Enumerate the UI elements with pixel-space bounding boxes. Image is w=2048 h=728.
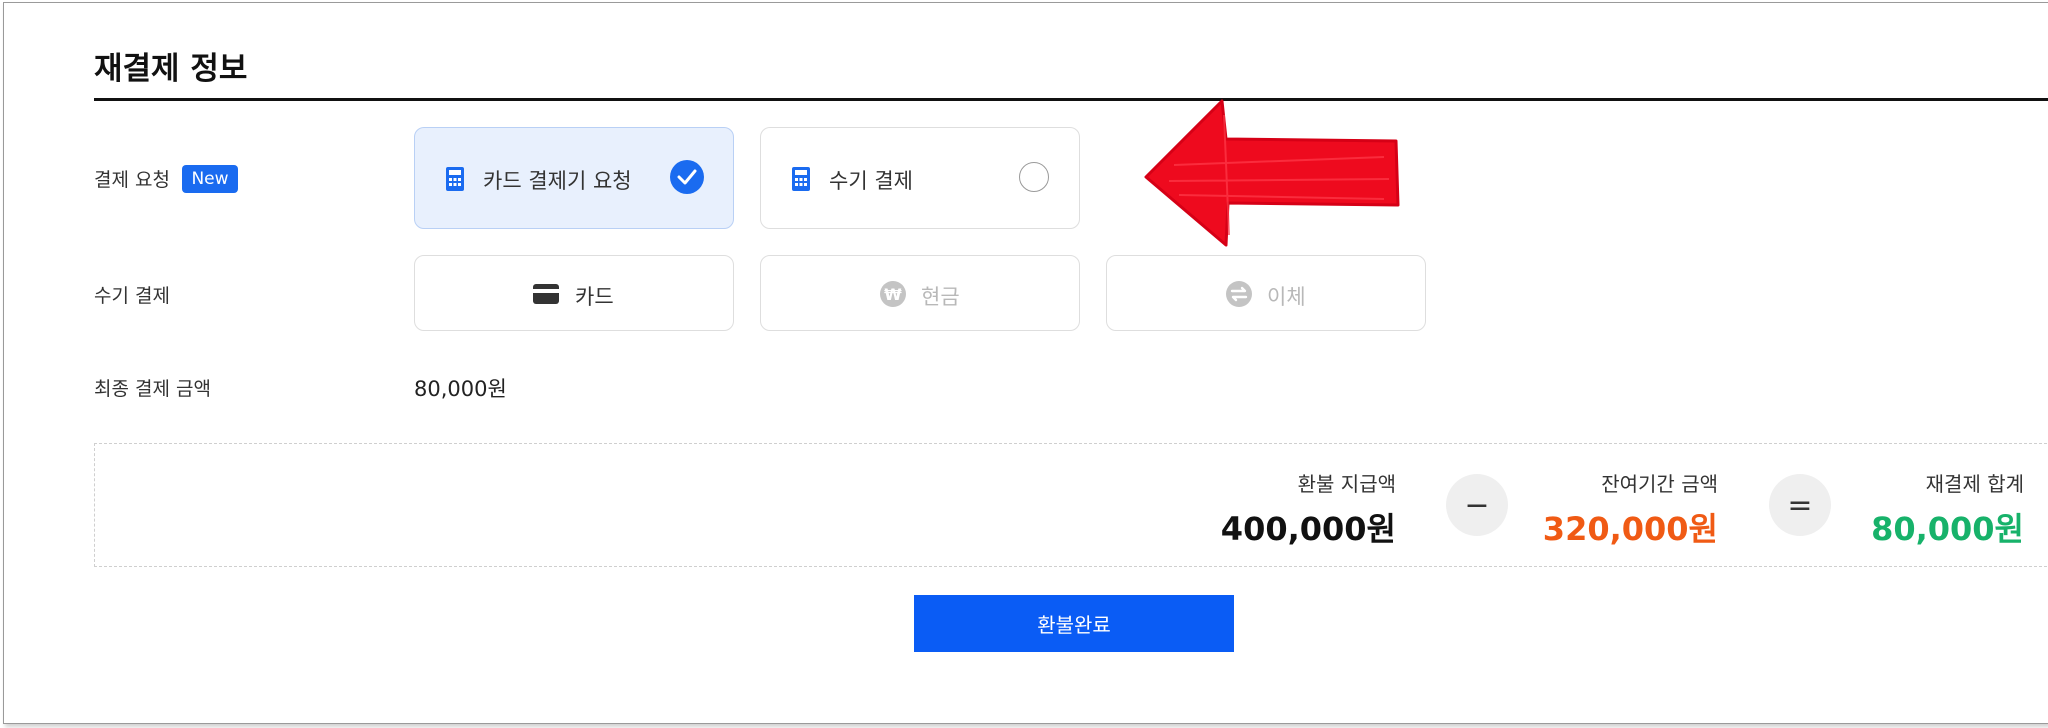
manual-option-transfer[interactable]: 이체 xyxy=(1106,255,1426,331)
remaining-amount-value: 320,000원 xyxy=(1542,510,1718,548)
calculator-icon xyxy=(791,166,811,196)
refund-summary-box: 환불 지급액 400,000원 − 잔여기간 금액 320,000원 = 재결제… xyxy=(94,443,2048,567)
manual-option-card[interactable]: 카드 xyxy=(414,255,734,331)
checkmark-icon xyxy=(670,160,704,194)
option-label: 카드 xyxy=(575,285,614,309)
panel-frame: 재결제 정보 결제 요청 New 카드 결제기 요청 수기 결제 수기 결제 카… xyxy=(3,2,2048,724)
payment-request-label: 결제 요청 xyxy=(94,169,170,191)
option-label: 이체 xyxy=(1267,285,1306,309)
new-badge: New xyxy=(182,165,238,193)
equals-icon: = xyxy=(1769,474,1831,536)
total-amount-label: 재결제 합계 xyxy=(1925,472,2024,496)
won-icon: ₩ xyxy=(879,280,907,312)
card-icon xyxy=(533,284,559,308)
option-manual-payment[interactable]: 수기 결제 xyxy=(760,127,1080,229)
manual-payment-label: 수기 결제 xyxy=(94,285,170,307)
manual-option-cash[interactable]: ₩ 현금 xyxy=(760,255,1080,331)
annotation-arrow xyxy=(1144,99,1400,247)
remaining-amount-label: 잔여기간 금액 xyxy=(1601,472,1718,496)
refund-complete-button[interactable]: 환불완료 xyxy=(914,595,1234,652)
total-amount-value: 80,000원 xyxy=(1871,510,2024,548)
section-title: 재결제 정보 xyxy=(94,51,248,87)
calculator-icon xyxy=(445,166,465,196)
svg-text:₩: ₩ xyxy=(884,285,902,304)
transfer-icon xyxy=(1225,280,1253,312)
radio-button[interactable] xyxy=(1019,162,1049,192)
refund-amount-label: 환불 지급액 xyxy=(1297,472,1396,496)
option-card-terminal-request[interactable]: 카드 결제기 요청 xyxy=(414,127,734,229)
option-label: 수기 결제 xyxy=(829,169,913,193)
title-divider xyxy=(94,98,2048,101)
minus-icon: − xyxy=(1446,474,1508,536)
option-label: 현금 xyxy=(921,285,960,309)
final-amount-label: 최종 결제 금액 xyxy=(94,378,211,400)
refund-amount-value: 400,000원 xyxy=(1220,510,1396,548)
option-label: 카드 결제기 요청 xyxy=(483,169,632,193)
final-amount-value: 80,000원 xyxy=(414,377,507,401)
